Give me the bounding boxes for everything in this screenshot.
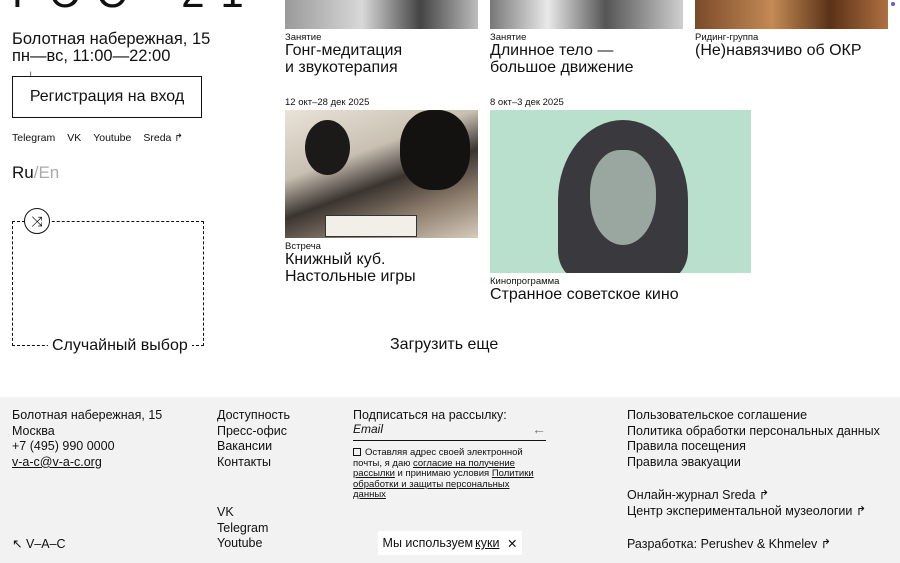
cookie-text: Мы используем [382, 536, 474, 550]
social-link-youtube[interactable]: Youtube [93, 132, 131, 144]
logo[interactable]: Г Э С – 2 1 [12, 0, 246, 14]
footer-credits[interactable]: Разработка: Perushev & Khmelev ↱ [627, 537, 831, 553]
lang-ru[interactable]: Ru [12, 163, 34, 182]
register-button-label: Регистрация на вход [29, 88, 185, 105]
card-image-ocd[interactable] [695, 0, 888, 29]
card-date: 8 окт–3 дек 2025 [490, 97, 564, 108]
footer-social-youtube[interactable]: Youtube [217, 536, 268, 552]
footer-address: Болотная набережная, 15 [12, 408, 163, 422]
footer-link-evacuation[interactable]: Правила эвакуации [627, 455, 880, 471]
card-date: 12 окт–28 дек 2025 [285, 97, 370, 108]
card-title[interactable]: Гонг-медитация и звукотерапия [285, 42, 402, 76]
card-title[interactable]: Длинное тело — большое движение [490, 42, 634, 76]
status-dot [891, 2, 895, 6]
footer-link-privacy[interactable]: Политика обработки персональных данных [627, 424, 880, 440]
close-icon[interactable]: ✕ [507, 536, 517, 551]
card-image-soviet-cinema[interactable] [490, 110, 751, 273]
footer-link-terms[interactable]: Пользовательское соглашение [627, 408, 880, 424]
footer-link-contacts[interactable]: Контакты [217, 455, 290, 471]
venue-hours: пн—вс, 11:00—22:00 [12, 47, 171, 65]
footer-contacts: Болотная набережная, 15 Москва +7 (495) … [12, 408, 162, 470]
social-link-sreda[interactable]: Sreda ↱ [143, 132, 183, 144]
consent-checkbox-text[interactable]: Оставляя адрес своей электронной почты, … [353, 447, 543, 501]
card-image-long-body[interactable] [490, 0, 683, 29]
shuffle-icon[interactable]: ⤨ [24, 208, 50, 234]
footer-link-visit-rules[interactable]: Правила посещения [627, 439, 880, 455]
arrow-left-icon[interactable]: ← [532, 421, 546, 437]
card-image-board-games[interactable] [285, 110, 478, 238]
random-pick-box[interactable] [12, 221, 204, 346]
language-switcher: Ru/En [12, 163, 59, 183]
card-title[interactable]: Странное советское кино [490, 286, 679, 304]
checkbox-icon[interactable] [353, 448, 361, 457]
card-title[interactable]: (Не)навязчиво об ОКР [695, 42, 862, 60]
footer-social-vk[interactable]: VK [217, 505, 268, 521]
venue-address: Болотная набережная, 15 [12, 30, 211, 48]
footer-phone[interactable]: +7 (495) 990 0000 [12, 439, 162, 455]
footer-social-telegram[interactable]: Telegram [217, 521, 268, 537]
venue-info: Болотная набережная, 15 пн—вс, 11:00—22:… [12, 31, 210, 65]
footer-nav: Доступность Пресс-офис Вакансии Контакты [217, 408, 290, 470]
footer-city: Москва [12, 423, 55, 438]
lang-en[interactable]: En [38, 163, 59, 182]
footer-link-museology[interactable]: Центр экспериментальной музеологии ↱ [627, 504, 866, 520]
footer-link-jobs[interactable]: Вакансии [217, 439, 290, 455]
random-pick-label[interactable]: Случайный выбор [48, 337, 192, 355]
footer-link-press[interactable]: Пресс-офис [217, 424, 290, 440]
cookie-banner: Мы используем куки ✕ [378, 531, 522, 555]
footer-external-links: Онлайн-журнал Sreda ↱ Центр эксперимента… [627, 488, 866, 519]
social-link-vk[interactable]: VK [67, 132, 81, 144]
social-link-telegram[interactable]: Telegram [12, 132, 55, 144]
footer-link-sreda[interactable]: Онлайн-журнал Sreda ↱ [627, 488, 866, 504]
email-input[interactable]: Email [353, 422, 546, 441]
footer-brand-logo[interactable]: ↖ V–A–C [12, 537, 66, 553]
card-image-gong[interactable] [285, 0, 478, 29]
card-title[interactable]: Книжный куб. Настольные игры [285, 251, 416, 285]
footer-email[interactable]: v-a-c@v-a-c.org [12, 455, 162, 471]
footer-legal: Пользовательское соглашение Политика обр… [627, 408, 880, 470]
footer-link-accessibility[interactable]: Доступность [217, 408, 290, 424]
load-more-button[interactable]: Загрузить еще [390, 336, 498, 354]
register-button[interactable]: Регистрация на вход [12, 76, 202, 118]
footer-socials: VK Telegram Youtube [217, 505, 268, 552]
cookie-link[interactable]: куки [475, 536, 499, 550]
social-links: Telegram VK Youtube Sreda ↱ [12, 132, 183, 144]
